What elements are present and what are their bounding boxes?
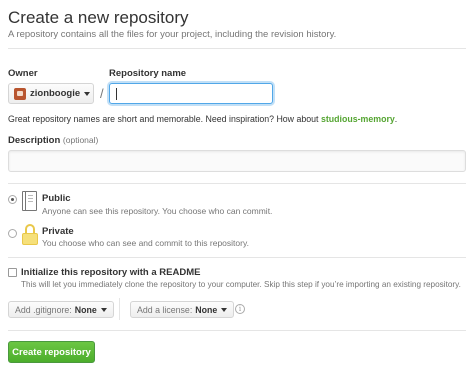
repo-book-icon	[22, 191, 37, 211]
info-icon[interactable]: i	[235, 304, 245, 314]
hint-suffix: .	[394, 114, 398, 124]
init-readme-title: Initialize this repository with a README	[21, 267, 201, 278]
page-title: Create a new repository	[8, 8, 189, 27]
private-radio[interactable]	[8, 229, 17, 238]
gitignore-value: None	[74, 304, 97, 315]
init-readme-desc: This will let you immediately clone the …	[21, 280, 461, 289]
dropdown-separator	[119, 298, 120, 320]
create-repository-button[interactable]: Create repository	[8, 341, 95, 363]
name-hint: Great repository names are short and mem…	[8, 114, 397, 124]
owner-label: Owner	[8, 68, 38, 79]
gitignore-prefix: Add .gitignore:	[15, 304, 72, 315]
owner-value: zionboogie	[30, 88, 81, 99]
section-divider-3	[8, 330, 466, 331]
private-desc: You choose who can see and commit to thi…	[42, 238, 249, 248]
section-divider-2	[8, 257, 466, 258]
public-title: Public	[42, 193, 71, 204]
lock-icon	[22, 224, 38, 246]
hint-prefix: Great repository names are short and mem…	[8, 114, 321, 124]
private-title: Private	[42, 226, 74, 237]
owner-dropdown[interactable]: zionboogie	[8, 83, 94, 104]
license-value: None	[195, 304, 218, 315]
repo-name-label: Repository name	[109, 68, 187, 79]
page-subtitle: A repository contains all the files for …	[8, 29, 337, 40]
gitignore-dropdown[interactable]: Add .gitignore: None	[8, 301, 114, 318]
optional-tag: (optional)	[62, 135, 99, 145]
public-desc: Anyone can see this repository. You choo…	[42, 206, 273, 216]
init-readme-checkbox[interactable]	[8, 268, 17, 277]
avatar	[14, 87, 26, 100]
chevron-down-icon	[84, 91, 91, 96]
name-suggestion[interactable]: studious-memory	[321, 114, 395, 124]
description-input[interactable]	[8, 150, 466, 172]
text-cursor	[116, 88, 117, 100]
license-dropdown[interactable]: Add a license: None	[130, 301, 235, 318]
section-divider-1	[8, 183, 466, 184]
description-label-text: Description	[8, 135, 61, 146]
chevron-down-icon	[221, 307, 228, 312]
license-prefix: Add a license:	[137, 304, 193, 315]
owner-repo-separator: /	[100, 86, 104, 101]
repository-name-input[interactable]	[109, 83, 273, 104]
public-radio[interactable]	[8, 195, 17, 204]
chevron-down-icon	[100, 307, 107, 312]
header-divider	[8, 48, 466, 49]
description-label: Description (optional)	[8, 135, 98, 146]
